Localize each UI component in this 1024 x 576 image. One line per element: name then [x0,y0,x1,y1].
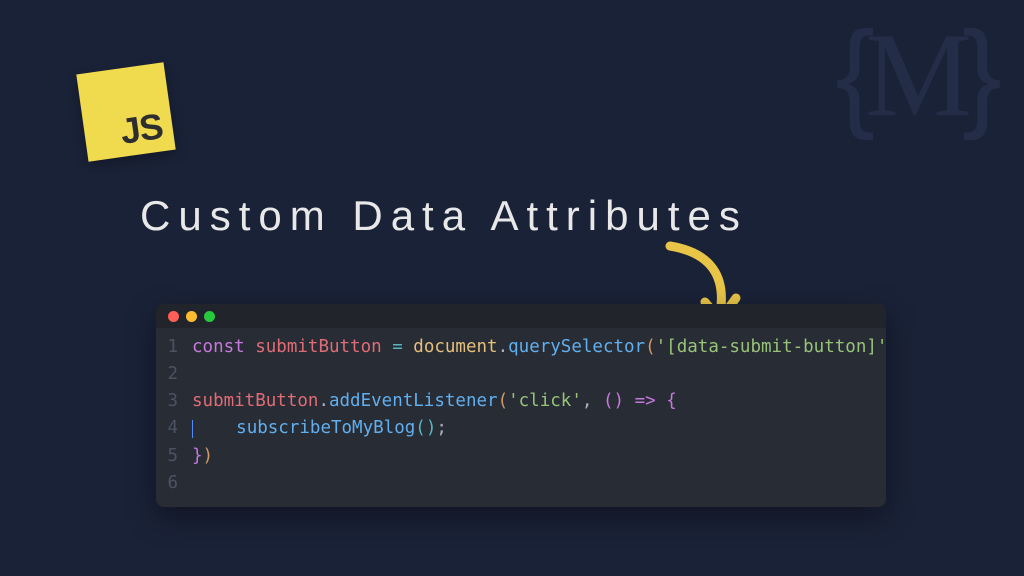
code-block: 1 const submitButton = document.querySel… [156,328,886,507]
code-line: 5 }) [156,443,886,470]
code-content: submitButton.addEventListener('click', (… [192,388,677,415]
line-number: 3 [156,388,192,415]
code-line: 3 submitButton.addEventListener('click',… [156,388,886,415]
watermark-letter: M [865,8,962,141]
line-number: 5 [156,443,192,470]
cursor-icon [192,420,193,438]
js-logo-text: JS [118,105,165,152]
line-number: 2 [156,361,192,388]
code-line: 2 [156,361,886,388]
brace-right-icon: } [962,7,992,141]
js-logo: JS [76,62,175,161]
code-content: }) [192,443,213,470]
window-titlebar [156,304,886,328]
minimize-icon[interactable] [186,311,197,322]
code-editor: 1 const submitButton = document.querySel… [156,304,886,507]
maximize-icon[interactable] [204,311,215,322]
line-number: 4 [156,415,192,442]
brace-left-icon: { [835,7,865,141]
watermark-logo: {M} [835,14,992,135]
code-line: 4 subscribeToMyBlog(); [156,415,886,442]
close-icon[interactable] [168,311,179,322]
code-line: 6 [156,470,886,497]
line-number: 1 [156,334,192,361]
page-title: Custom Data Attributes [140,192,748,240]
code-content: subscribeToMyBlog(); [192,415,447,442]
code-line: 1 const submitButton = document.querySel… [156,334,886,361]
line-number: 6 [156,470,192,497]
code-content: const submitButton = document.querySelec… [192,334,886,361]
